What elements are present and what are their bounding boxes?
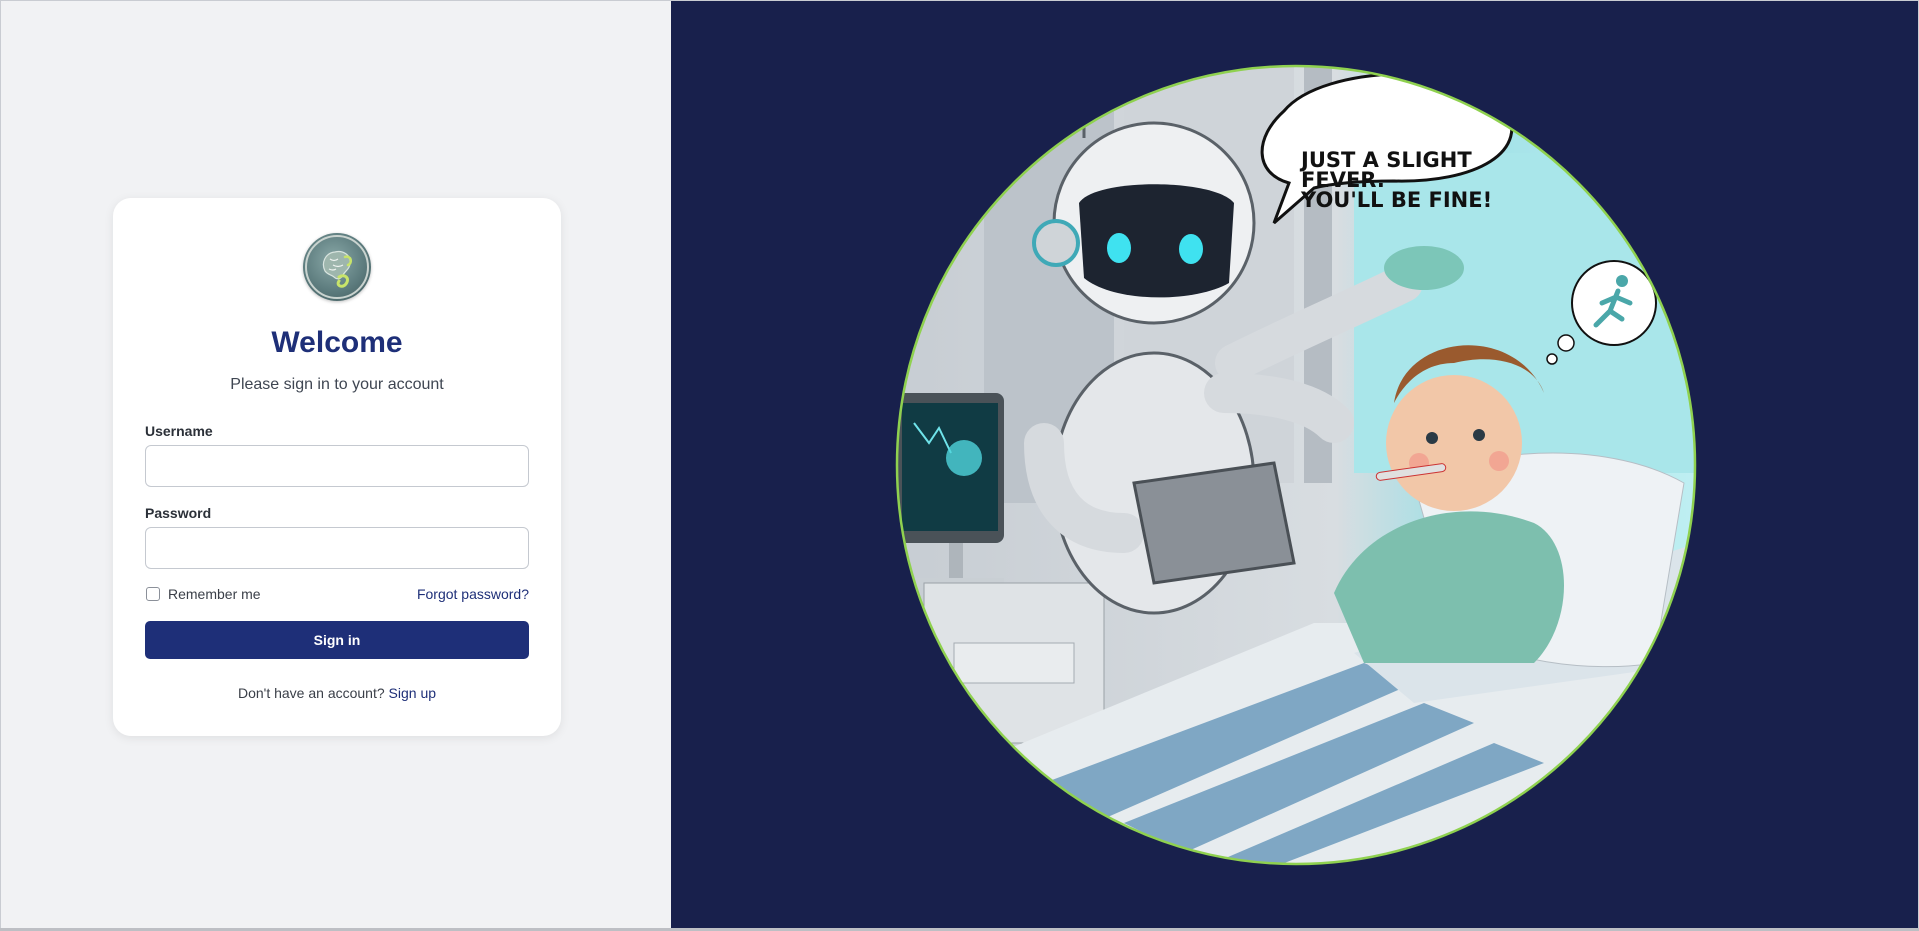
robot-doctor-illustration: JUST A SLIGHT FEVER. YOU'LL BE FINE! [895, 64, 1697, 866]
remember-me-label[interactable]: Remember me [168, 586, 261, 602]
login-pane: Welcome Please sign in to your account U… [0, 0, 671, 931]
username-input[interactable] [145, 445, 529, 487]
speech-bubble-line-3: YOU'LL BE FINE! [1300, 188, 1492, 212]
username-label: Username [145, 423, 213, 439]
remember-me-checkbox[interactable] [146, 587, 160, 601]
signup-prompt: Don't have an account? [237, 685, 385, 701]
password-input[interactable] [145, 527, 529, 569]
password-label: Password [145, 505, 212, 521]
login-card: Welcome Please sign in to your account U… [113, 198, 561, 736]
page-subtitle: Please sign in to your account [230, 376, 444, 393]
forgot-password-link[interactable]: Forgot password? [417, 586, 529, 602]
sign-in-button[interactable]: Sign in [145, 621, 529, 659]
page-title: Welcome [271, 326, 403, 359]
signup-row: Don't have an account? Sign up [113, 685, 561, 701]
sign-up-link[interactable]: Sign up [389, 685, 436, 701]
brain-logo-icon [303, 233, 371, 301]
